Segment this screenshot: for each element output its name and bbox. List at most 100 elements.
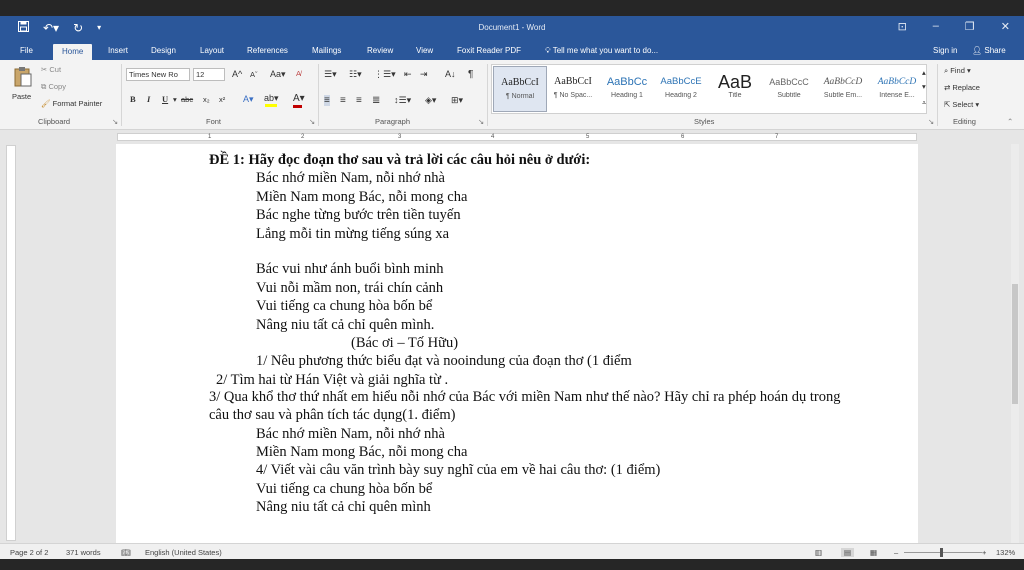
align-center-icon[interactable]: ≡ (340, 95, 346, 106)
styles-scroll-up-icon[interactable]: ▴ (922, 68, 926, 77)
poem-line: Vui nỗi mầm non, trái chín cảnh (256, 280, 444, 296)
text-effects-icon[interactable]: A▾ (243, 94, 254, 105)
sign-in-link[interactable]: Sign in (933, 46, 957, 55)
scrollbar-thumb[interactable] (1012, 284, 1018, 404)
superscript-button[interactable]: x² (219, 95, 225, 104)
copy-button[interactable]: ⧉ Copy (41, 82, 66, 92)
horizontal-ruler[interactable]: 1 2 3 4 5 6 7 (0, 130, 1024, 144)
font-color-button[interactable]: A▾ (293, 93, 305, 104)
tab-foxit-reader-pdf[interactable]: Foxit Reader PDF (457, 46, 521, 55)
cut-button[interactable]: ✂ Cut (41, 65, 61, 74)
style-title[interactable]: AaB Title (708, 66, 762, 112)
language-status[interactable]: English (United States) (145, 548, 222, 557)
style-heading-2[interactable]: AaBbCcE Heading 2 (654, 66, 708, 112)
vertical-scrollbar[interactable] (1011, 144, 1019, 543)
poem-source: (Bác ơi – Tố Hữu) (351, 335, 459, 351)
tab-review[interactable]: Review (367, 46, 393, 55)
word-count[interactable]: 371 words (66, 548, 101, 557)
page-count[interactable]: Page 2 of 2 (10, 548, 48, 557)
decrease-indent-icon[interactable]: ⇤ (404, 69, 412, 80)
change-case-button[interactable]: Aa▾ (270, 69, 286, 80)
question-line: 4/ Viết vài câu văn trình bày suy nghĩ c… (256, 462, 661, 478)
proofing-icon[interactable]: 📖︎ (121, 548, 131, 557)
style-subtitle[interactable]: AaBbCcC Subtitle (762, 66, 816, 112)
zoom-slider-handle[interactable] (940, 548, 943, 557)
person-icon: 👤︎ (972, 46, 983, 55)
clipboard-launcher-icon[interactable]: ↘ (112, 117, 118, 126)
styles-group-label: Styles (694, 117, 715, 126)
shrink-font-button[interactable]: Aˇ (250, 70, 258, 79)
styles-more-icon[interactable]: ⩡ (922, 98, 926, 108)
style-sample: AaBbCc (606, 76, 648, 88)
poem-line: Vui tiếng ca chung hòa bốn bể (256, 298, 433, 314)
vertical-ruler[interactable] (6, 145, 16, 541)
tab-mailings[interactable]: Mailings (312, 46, 341, 55)
ruler-number: 6 (681, 134, 685, 140)
style-name: Heading 1 (611, 92, 643, 99)
find-button[interactable]: ⌕ Find ▾ (944, 66, 971, 76)
tab-insert[interactable]: Insert (108, 46, 128, 55)
zoom-level[interactable]: 132% (996, 548, 1015, 557)
select-button[interactable]: ⇱ Select ▾ (944, 100, 979, 109)
ruler-strip: 1 2 3 4 5 6 7 (117, 133, 917, 141)
collapse-ribbon-icon[interactable]: ⌃ (1007, 117, 1013, 126)
tab-layout[interactable]: Layout (200, 46, 224, 55)
tell-me-box[interactable]: 💡︎ Tell me what you want to do... (545, 46, 658, 56)
sort-icon[interactable]: A↓ (445, 69, 456, 79)
underline-button[interactable]: U (162, 94, 168, 104)
select-label: Select (952, 100, 974, 109)
style-heading-1[interactable]: AaBbCc Heading 1 (600, 66, 654, 112)
bullets-icon[interactable]: ☰▾ (324, 69, 337, 80)
clear-formatting-icon[interactable]: A̸ (296, 69, 301, 78)
format-painter-button[interactable]: 🖌︎ Format Painter (41, 99, 102, 108)
document-page[interactable]: ĐỀ 1: Hãy đọc đoạn thơ sau và trả lời cá… (116, 144, 918, 543)
web-layout-icon[interactable]: ▦ (870, 548, 877, 557)
ruler-number: 7 (775, 134, 779, 140)
align-right-icon[interactable]: ≡ (356, 95, 362, 106)
paragraph-launcher-icon[interactable]: ↘ (478, 117, 484, 126)
tab-file[interactable]: File (20, 46, 33, 55)
print-layout-icon[interactable]: ▤ (841, 548, 855, 557)
numbering-icon[interactable]: ☷▾ (349, 69, 362, 80)
screen-border-bottom (0, 559, 1024, 570)
share-button[interactable]: 👤︎ Share (972, 46, 1006, 55)
tab-design[interactable]: Design (151, 46, 176, 55)
show-hide-marks-icon[interactable]: ¶ (468, 69, 473, 80)
close-icon[interactable]: ✕ (1001, 20, 1010, 33)
font-launcher-icon[interactable]: ↘ (309, 117, 315, 126)
underline-dropdown-icon[interactable]: ▾ (173, 95, 177, 104)
minimize-icon[interactable]: – (933, 20, 939, 33)
font-size-combo[interactable]: 12 (193, 68, 225, 81)
line-spacing-icon[interactable]: ↕☰▾ (394, 95, 411, 106)
maximize-icon[interactable]: ❐ (965, 20, 975, 33)
zoom-in-icon[interactable]: + (982, 548, 986, 557)
subscript-button[interactable]: x₂ (203, 95, 210, 104)
read-mode-icon[interactable]: ▥ (815, 548, 822, 557)
grow-font-button[interactable]: A^ (232, 69, 242, 79)
zoom-slider[interactable] (904, 552, 982, 553)
justify-icon[interactable]: ≣ (372, 95, 380, 106)
style-intense-emphasis[interactable]: AaBbCcD Intense E... (870, 66, 924, 112)
shading-icon[interactable]: ◈▾ (425, 95, 436, 106)
increase-indent-icon[interactable]: ⇥ (420, 69, 428, 80)
strikethrough-button[interactable]: abc (181, 95, 193, 104)
tab-home[interactable]: Home (53, 44, 93, 60)
borders-icon[interactable]: ⊞▾ (451, 95, 463, 106)
replace-button[interactable]: ⇄ Replace (944, 83, 980, 92)
font-name-combo[interactable]: Times New Ro (126, 68, 190, 81)
styles-launcher-icon[interactable]: ↘ (928, 117, 934, 126)
paste-button[interactable] (13, 66, 33, 90)
style-normal[interactable]: AaBbCcI ¶ Normal (493, 66, 547, 112)
bold-button[interactable]: B (130, 94, 136, 104)
styles-scroll-down-icon[interactable]: ▾ (922, 82, 926, 91)
zoom-out-icon[interactable]: – (894, 548, 898, 557)
style-subtle-emphasis[interactable]: AaBbCcD Subtle Em... (816, 66, 870, 112)
align-left-icon[interactable]: ≡ (324, 95, 330, 106)
multilevel-list-icon[interactable]: ⋮☰▾ (374, 69, 396, 80)
tab-references[interactable]: References (247, 46, 288, 55)
italic-button[interactable]: I (147, 94, 150, 104)
tab-view[interactable]: View (416, 46, 433, 55)
style-no-spacing[interactable]: AaBbCcI ¶ No Spac... (546, 66, 600, 112)
ribbon-display-icon[interactable]: ⊡ (898, 20, 907, 33)
highlight-button[interactable]: ab▾ (264, 93, 279, 104)
